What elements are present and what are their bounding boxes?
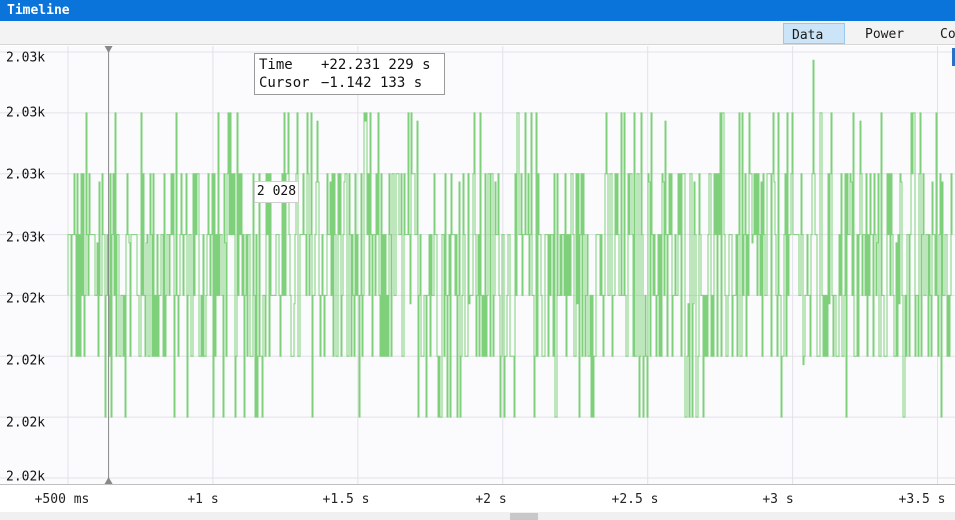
timeline-chart[interactable]	[0, 46, 955, 484]
y-tick-label: 2.03k	[6, 230, 46, 246]
tooltip-cursor-value: −1.142 133 s	[321, 75, 423, 91]
x-tick-label: +500 ms	[34, 492, 90, 507]
y-tick-label: 2.02k	[6, 291, 46, 307]
y-tick-label: 2.03k	[6, 105, 46, 121]
y-tick-label: 2.02k	[6, 353, 46, 369]
tooltip-cursor-label: Cursor	[259, 75, 310, 91]
x-tick-label: +1 s	[187, 492, 219, 507]
tab-power[interactable]: Power	[857, 23, 912, 44]
y-tick-label: 2.02k	[6, 415, 46, 431]
y-tick-label: 2.03k	[6, 167, 46, 183]
x-tick-label: +1.5 s	[322, 492, 370, 507]
window-title: Timeline	[0, 0, 955, 21]
x-tick-label: +3 s	[762, 492, 794, 507]
y-tick-label: 2.03k	[6, 50, 46, 66]
cursor-tooltip: Time +22.231 229 s Cursor −1.142 133 s	[254, 53, 445, 95]
x-tick-label: +2.5 s	[611, 492, 659, 507]
cursor-value-label: 2 028	[254, 181, 299, 203]
x-tick-label: +2 s	[475, 492, 507, 507]
y-tick-label: 2.02k	[6, 469, 46, 485]
tooltip-time-value: +22.231 229 s	[321, 57, 431, 73]
x-axis: +500 ms +1 s +1.5 s +2 s +2.5 s +3 s +3.…	[0, 484, 955, 512]
tab-co[interactable]: Co	[932, 23, 955, 44]
scrollbar-thumb[interactable]	[510, 513, 538, 520]
toolbar: Data Power Co	[0, 21, 955, 45]
x-tick-label: +3.5 s	[898, 492, 946, 507]
horizontal-scrollbar[interactable]	[0, 512, 955, 520]
tooltip-time-label: Time	[259, 57, 293, 73]
tab-data[interactable]: Data	[783, 23, 845, 44]
timeline-plot[interactable]	[0, 46, 955, 484]
signal-trace	[67, 59, 953, 418]
